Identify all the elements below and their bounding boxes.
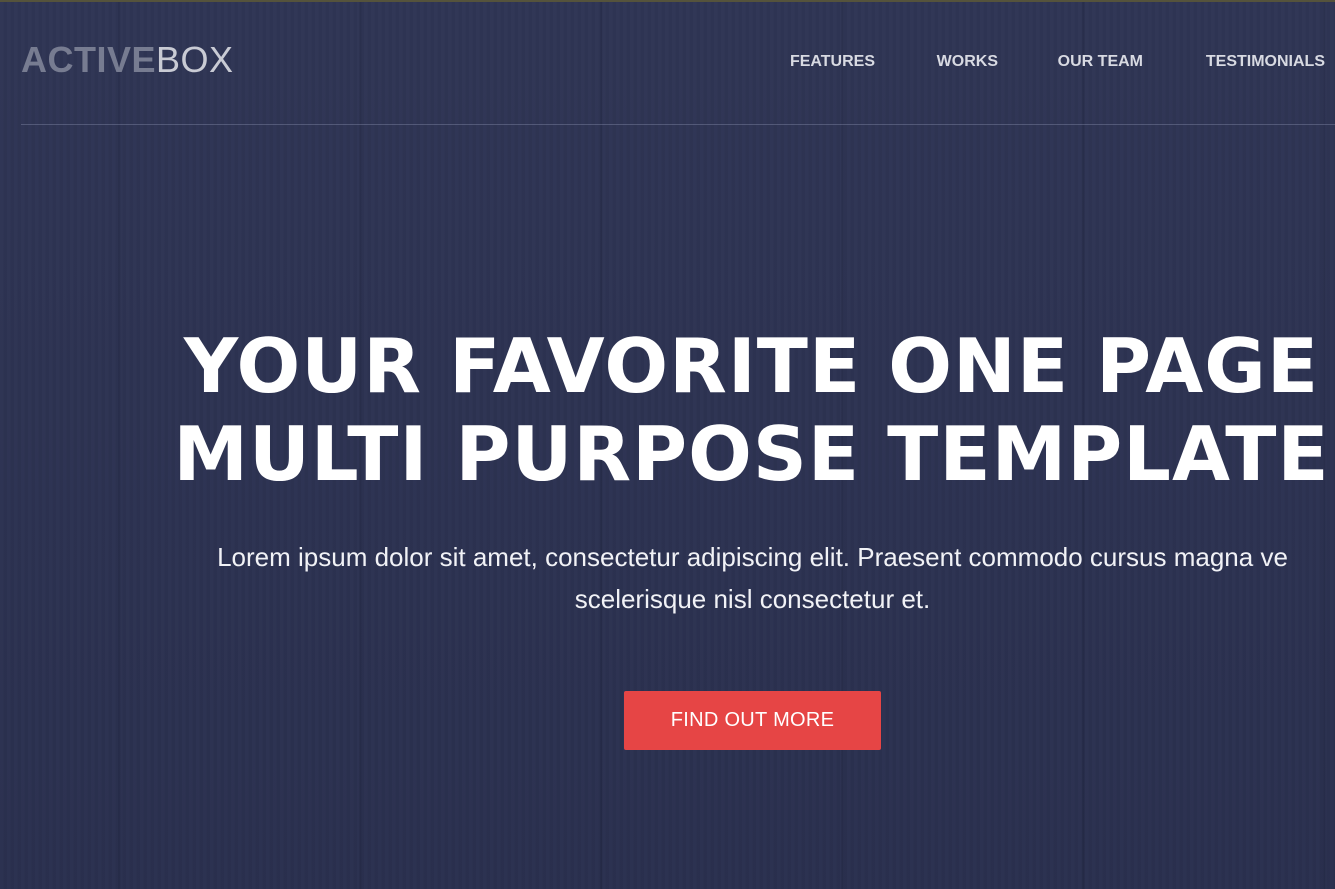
nav-item-features[interactable]: FEATURES: [790, 52, 875, 72]
nav-item-our-team[interactable]: OUR TEAM: [1058, 52, 1143, 72]
hero-section: ACTIVEBOX FEATURES WORKS OUR TEAM TESTIM…: [0, 0, 1335, 889]
hero-lede: Lorem ipsum dolor sit amet, consectetur …: [150, 536, 1335, 620]
logo-text-light: BOX: [156, 39, 234, 80]
find-out-more-button[interactable]: FIND OUT MORE: [624, 691, 881, 750]
nav-item-testimonials[interactable]: TESTIMONIALS: [1206, 52, 1325, 72]
hero-headline: YOUR FAVORITE ONE PAGE MULTI PURPOSE TEM…: [168, 322, 1335, 498]
hero-lede-line-2: scelerisque nisl consectetur et.: [574, 584, 931, 614]
hero-headline-line-2: MULTI PURPOSE TEMPLATE: [173, 410, 1330, 498]
logo[interactable]: ACTIVEBOX: [21, 40, 234, 80]
top-border: [0, 0, 1335, 2]
nav-item-works[interactable]: WORKS: [937, 52, 998, 72]
hero-lede-line-1: Lorem ipsum dolor sit amet, consectetur …: [217, 542, 1288, 572]
header-divider: [21, 124, 1335, 125]
hero-headline-line-1: YOUR FAVORITE ONE PAGE: [183, 322, 1320, 410]
logo-text-bold: ACTIVE: [21, 39, 157, 80]
